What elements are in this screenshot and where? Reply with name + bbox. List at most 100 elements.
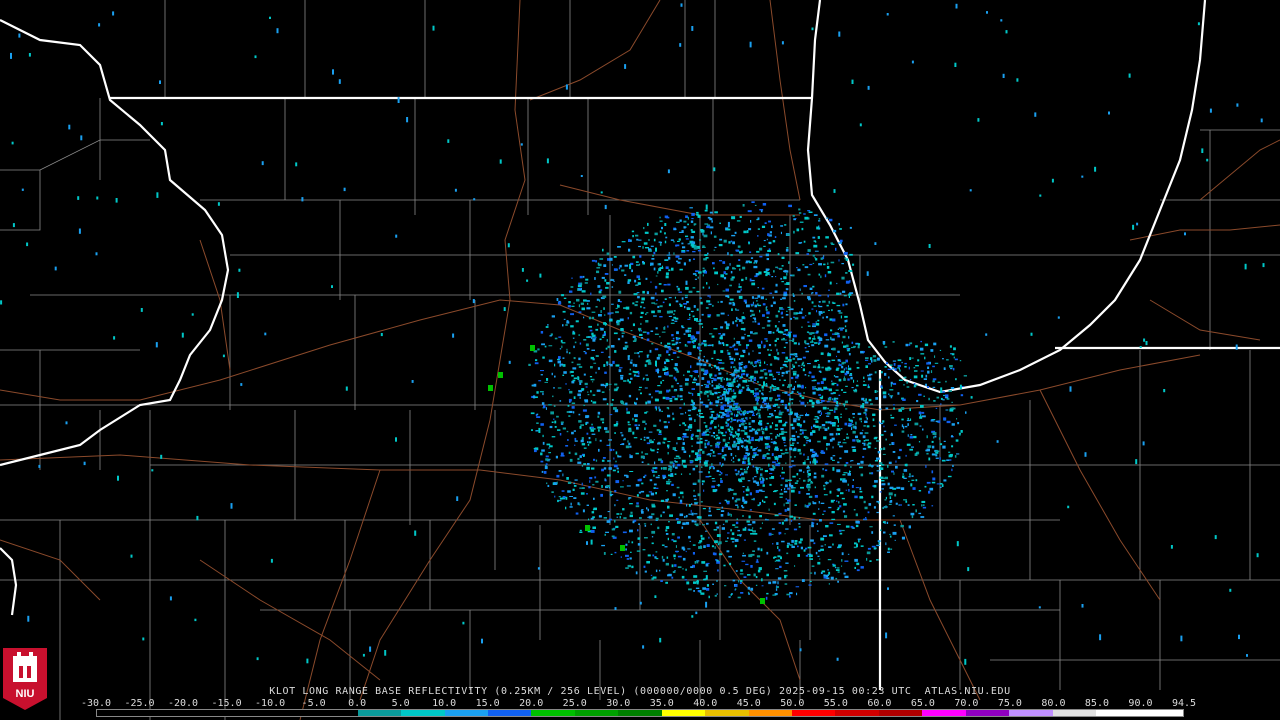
echo-pixel — [750, 439, 754, 442]
echo-pixel — [632, 235, 634, 238]
echo-pixel — [784, 283, 786, 285]
echo-pixel — [863, 425, 866, 427]
echo-pixel — [782, 438, 786, 441]
echo-pixel — [827, 569, 829, 571]
echo-pixel — [704, 372, 706, 374]
echo-pixel — [855, 421, 857, 425]
echo-pixel — [667, 537, 669, 541]
echo-pixel — [666, 407, 669, 409]
echo-pixel — [871, 359, 873, 363]
echo-pixel — [845, 525, 850, 528]
echo-pixel — [798, 469, 802, 472]
echo-pixel — [544, 466, 548, 470]
echo-pixel — [548, 452, 551, 454]
echo-pixel — [614, 490, 617, 493]
echo-pixel — [602, 248, 604, 252]
echo-pixel — [719, 411, 722, 414]
echo-pixel — [773, 356, 776, 358]
echo-pixel — [693, 378, 697, 381]
echo-pixel — [647, 554, 651, 557]
echo-pixel — [699, 401, 704, 404]
echo-pixel — [746, 467, 748, 470]
echo-pixel — [836, 304, 841, 307]
echo-pixel — [687, 223, 689, 226]
echo-pixel — [767, 233, 770, 236]
echo-pixel — [798, 424, 802, 427]
echo-pixel — [743, 410, 746, 413]
echo-pixel — [743, 490, 745, 493]
echo-pixel — [646, 291, 649, 295]
echo-pixel — [871, 531, 874, 534]
echo-pixel — [559, 400, 562, 402]
echo-pixel — [781, 316, 784, 319]
echo-pixel — [688, 290, 693, 293]
echo-pixel — [841, 276, 845, 280]
echo-pixel — [254, 55, 257, 59]
echo-pixel — [728, 429, 731, 433]
echo-pixel — [617, 299, 621, 302]
echo-pixel — [586, 493, 588, 495]
echo-pixel — [951, 445, 954, 448]
echo-pixel — [651, 302, 655, 304]
echo-pixel — [830, 456, 833, 460]
echo-pixel — [691, 212, 695, 216]
echo-pixel — [644, 453, 649, 455]
echo-pixel — [949, 459, 952, 461]
echo-pixel — [777, 416, 782, 419]
echo-pixel — [753, 378, 757, 381]
echo-pixel — [697, 479, 701, 483]
echo-pixel — [533, 395, 536, 399]
echo-pixel — [779, 433, 783, 435]
echo-pixel — [597, 367, 600, 370]
echo-pixel — [753, 448, 757, 450]
echo-pixel — [1002, 73, 1005, 78]
echo-pixel — [685, 286, 689, 290]
echo-pixel — [699, 239, 702, 241]
echo-pixel — [970, 396, 973, 399]
echo-pixel — [695, 435, 699, 438]
echo-pixel — [844, 400, 848, 404]
echo-pixel — [739, 473, 742, 476]
echo-pixel — [811, 405, 815, 408]
echo-pixel — [693, 590, 695, 592]
echo-pixel — [818, 508, 820, 510]
echo-pixel — [646, 354, 650, 356]
echo-pixel — [557, 301, 562, 305]
echo-pixel — [681, 327, 685, 329]
echo-pixel — [726, 382, 729, 386]
echo-pixel — [595, 260, 597, 263]
echo-pixel — [605, 286, 609, 289]
echo-pixel — [635, 571, 638, 575]
echo-pixel — [691, 400, 694, 403]
echo-pixel — [889, 496, 892, 499]
echo-pixel — [673, 554, 676, 558]
echo-pixel — [694, 318, 698, 321]
echo-pixel — [753, 382, 756, 384]
echo-pixel — [666, 254, 671, 256]
echo-pixel — [767, 408, 769, 411]
echo-pixel — [814, 425, 819, 428]
echo-pixel — [734, 469, 737, 472]
echo-pixel — [684, 226, 687, 228]
echo-pixel — [591, 428, 596, 430]
echo-pixel — [864, 408, 868, 412]
echo-pixel — [682, 436, 685, 438]
echo-pixel — [824, 428, 828, 431]
echo-pixel — [804, 347, 807, 349]
echo-pixel — [762, 394, 764, 396]
echo-pixel — [763, 501, 766, 503]
echo-pixel — [843, 378, 846, 381]
echo-pixel — [813, 244, 818, 248]
echo-pixel — [942, 391, 945, 393]
echo-pixel — [674, 460, 676, 462]
echo-pixel — [658, 433, 662, 435]
echo-pixel — [849, 419, 852, 422]
echo-pixel — [894, 493, 897, 497]
echo-pixel — [743, 576, 747, 578]
echo-pixel — [666, 350, 669, 354]
echo-pixel — [679, 424, 681, 426]
echo-pixel — [752, 364, 754, 366]
echo-pixel — [629, 311, 633, 315]
echo-pixel — [741, 386, 745, 389]
echo-pixel — [603, 384, 608, 387]
